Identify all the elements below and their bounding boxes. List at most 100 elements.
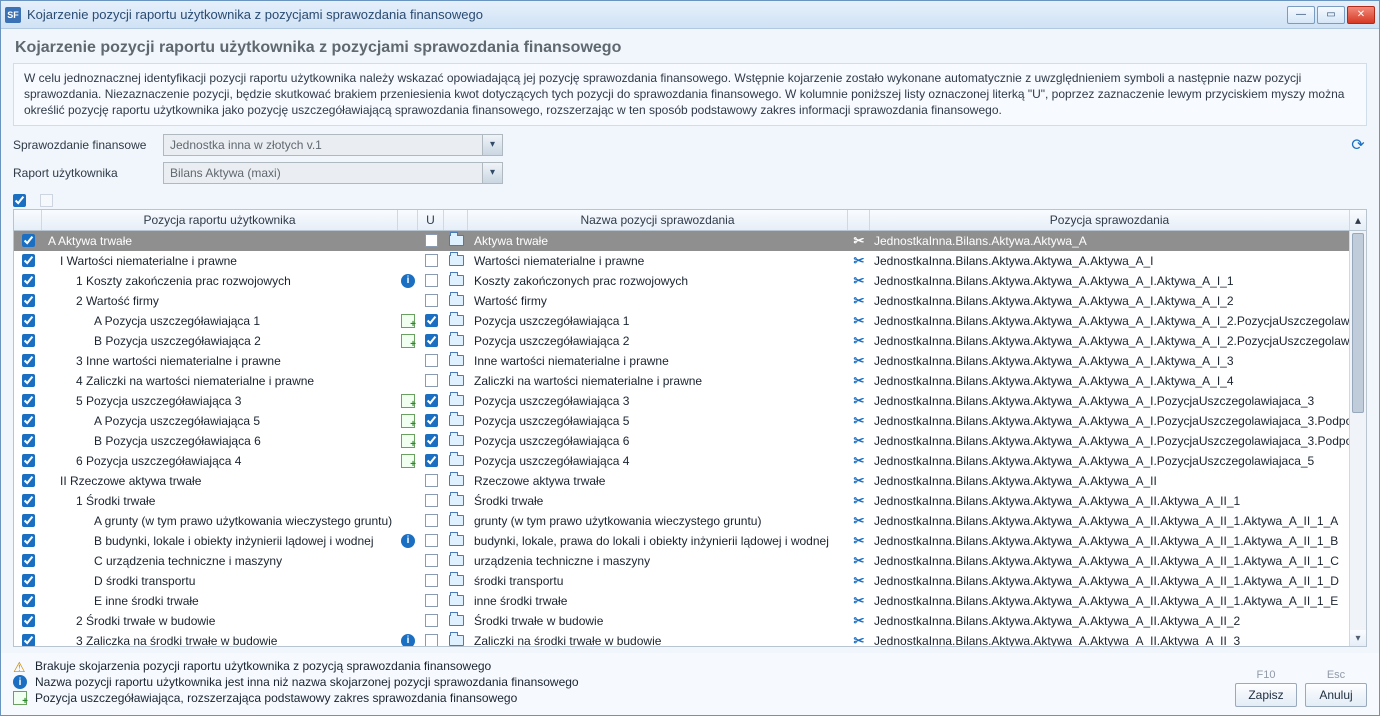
u-checkbox[interactable] — [425, 334, 438, 347]
u-cell[interactable] — [418, 271, 444, 291]
row-checkbox[interactable] — [22, 234, 35, 247]
folder-icon[interactable] — [449, 595, 464, 606]
u-checkbox[interactable] — [425, 234, 438, 247]
row-checkbox[interactable] — [22, 534, 35, 547]
folder-icon[interactable] — [449, 535, 464, 546]
folder-icon[interactable] — [449, 375, 464, 386]
u-checkbox[interactable] — [425, 294, 438, 307]
chevron-down-icon[interactable]: ▾ — [482, 163, 502, 183]
u-checkbox[interactable] — [425, 454, 438, 467]
table-row[interactable]: D środki transportuśrodki transportu✂Jed… — [14, 571, 1349, 591]
folder-icon[interactable] — [449, 255, 464, 266]
folder-icon[interactable] — [449, 435, 464, 446]
col-report-name[interactable]: Nazwa pozycji sprawozdania — [468, 210, 848, 230]
raport-combo[interactable]: Bilans Aktywa (maxi) ▾ — [163, 162, 503, 184]
row-checkbox[interactable] — [22, 274, 35, 287]
scissors-icon[interactable]: ✂ — [854, 293, 865, 309]
u-cell[interactable] — [418, 531, 444, 551]
u-checkbox[interactable] — [425, 314, 438, 327]
folder-icon[interactable] — [449, 455, 464, 466]
u-checkbox[interactable] — [425, 634, 438, 646]
u-checkbox[interactable] — [425, 474, 438, 487]
scissors-icon[interactable]: ✂ — [854, 433, 865, 449]
row-checkbox[interactable] — [22, 554, 35, 567]
folder-icon[interactable] — [449, 235, 464, 246]
row-checkbox[interactable] — [22, 574, 35, 587]
scissors-icon[interactable]: ✂ — [854, 333, 865, 349]
u-checkbox[interactable] — [425, 414, 438, 427]
table-row[interactable]: 6 Pozycja uszczegóławiająca 4Pozycja usz… — [14, 451, 1349, 471]
u-checkbox[interactable] — [425, 514, 438, 527]
select-all-checkbox[interactable] — [13, 194, 26, 207]
row-checkbox[interactable] — [22, 634, 35, 646]
scissors-icon[interactable]: ✂ — [854, 413, 865, 429]
scissors-icon[interactable]: ✂ — [854, 373, 865, 389]
folder-icon[interactable] — [449, 415, 464, 426]
scissors-icon[interactable]: ✂ — [854, 493, 865, 509]
chevron-down-icon[interactable]: ▾ — [482, 135, 502, 155]
scissors-icon[interactable]: ✂ — [854, 513, 865, 529]
u-checkbox[interactable] — [425, 394, 438, 407]
table-row[interactable]: II Rzeczowe aktywa trwałeRzeczowe aktywa… — [14, 471, 1349, 491]
row-checkbox[interactable] — [22, 594, 35, 607]
folder-icon[interactable] — [449, 355, 464, 366]
col-report-position[interactable]: Pozycja sprawozdania — [870, 210, 1349, 230]
scissors-icon[interactable]: ✂ — [854, 453, 865, 469]
row-checkbox[interactable] — [22, 614, 35, 627]
scroll-down-arrow[interactable]: ▾ — [1350, 630, 1366, 646]
u-cell[interactable] — [418, 471, 444, 491]
scissors-icon[interactable]: ✂ — [854, 633, 865, 646]
u-cell[interactable] — [418, 351, 444, 371]
u-cell[interactable] — [418, 511, 444, 531]
refresh-icon[interactable]: ⟳ — [1349, 136, 1367, 154]
scissors-icon[interactable]: ✂ — [854, 573, 865, 589]
folder-icon[interactable] — [449, 395, 464, 406]
u-checkbox[interactable] — [425, 254, 438, 267]
table-row[interactable]: 2 Wartość firmyWartość firmy✂JednostkaIn… — [14, 291, 1349, 311]
table-row[interactable]: 2 Środki trwałe w budowieŚrodki trwałe w… — [14, 611, 1349, 631]
table-row[interactable]: I Wartości niematerialne i prawneWartośc… — [14, 251, 1349, 271]
u-cell[interactable] — [418, 391, 444, 411]
row-checkbox[interactable] — [22, 414, 35, 427]
folder-icon[interactable] — [449, 635, 464, 646]
table-row[interactable]: B budynki, lokale i obiekty inżynierii l… — [14, 531, 1349, 551]
row-checkbox[interactable] — [22, 494, 35, 507]
scissors-icon[interactable]: ✂ — [854, 393, 865, 409]
u-checkbox[interactable] — [425, 574, 438, 587]
scrollbar-thumb[interactable] — [1352, 233, 1364, 413]
scissors-icon[interactable]: ✂ — [854, 593, 865, 609]
save-button[interactable]: Zapisz — [1235, 683, 1297, 707]
row-checkbox[interactable] — [22, 474, 35, 487]
vertical-scrollbar[interactable]: ▾ — [1349, 231, 1366, 646]
table-row[interactable]: B Pozycja uszczegóławiająca 2Pozycja usz… — [14, 331, 1349, 351]
u-cell[interactable] — [418, 571, 444, 591]
scissors-icon[interactable]: ✂ — [854, 473, 865, 489]
scissors-icon[interactable]: ✂ — [854, 253, 865, 269]
scissors-icon[interactable]: ✂ — [854, 533, 865, 549]
minimize-button[interactable]: — — [1287, 6, 1315, 24]
cancel-button[interactable]: Anuluj — [1305, 683, 1367, 707]
scissors-icon[interactable]: ✂ — [854, 233, 865, 249]
folder-icon[interactable] — [449, 555, 464, 566]
table-row[interactable]: A Aktywa trwałeAktywa trwałe✂JednostkaIn… — [14, 231, 1349, 251]
u-cell[interactable] — [418, 431, 444, 451]
row-checkbox[interactable] — [22, 294, 35, 307]
row-checkbox[interactable] — [22, 354, 35, 367]
u-cell[interactable] — [418, 331, 444, 351]
row-checkbox[interactable] — [22, 394, 35, 407]
table-row[interactable]: A grunty (w tym prawo użytkowania wieczy… — [14, 511, 1349, 531]
u-checkbox[interactable] — [425, 434, 438, 447]
u-cell[interactable] — [418, 611, 444, 631]
row-checkbox[interactable] — [22, 314, 35, 327]
row-checkbox[interactable] — [22, 434, 35, 447]
u-cell[interactable] — [418, 591, 444, 611]
u-checkbox[interactable] — [425, 374, 438, 387]
table-row[interactable]: A Pozycja uszczegóławiająca 1Pozycja usz… — [14, 311, 1349, 331]
row-checkbox[interactable] — [22, 454, 35, 467]
u-cell[interactable] — [418, 251, 444, 271]
u-cell[interactable] — [418, 451, 444, 471]
scroll-up-arrow-header[interactable]: ▴ — [1349, 210, 1366, 230]
folder-icon[interactable] — [449, 495, 464, 506]
row-checkbox[interactable] — [22, 374, 35, 387]
folder-icon[interactable] — [449, 315, 464, 326]
